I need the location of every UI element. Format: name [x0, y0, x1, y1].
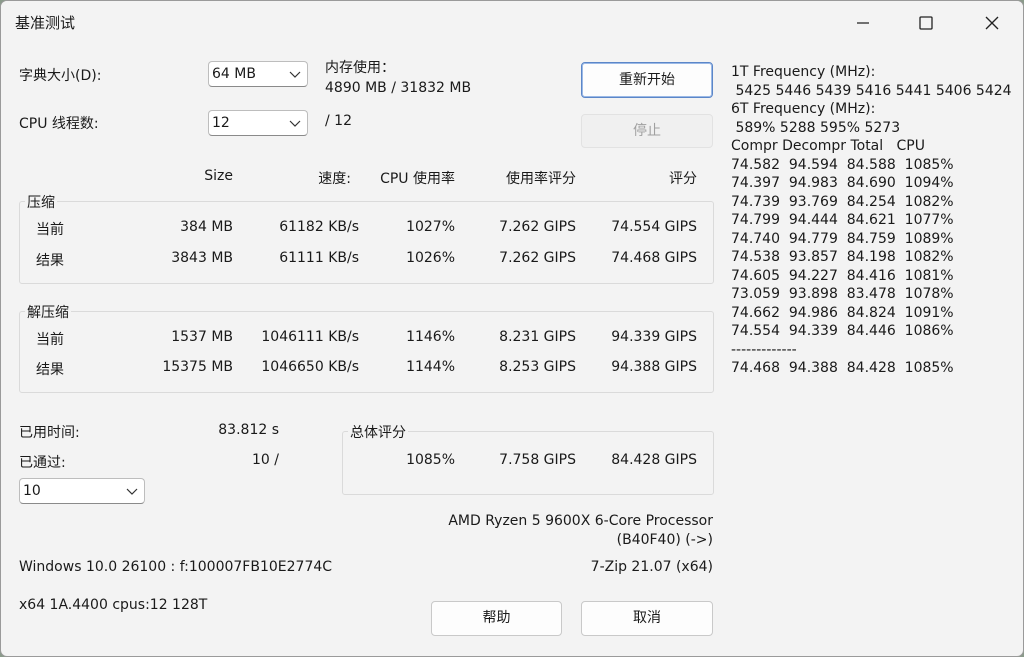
- header-rating-usage: 使用率评分: [506, 171, 576, 187]
- log-line: 74.582 94.594 84.588 1085%: [731, 156, 954, 173]
- os-info: Windows 10.0 26100 : f:100007FB10E2774C: [19, 559, 333, 575]
- passes-select-value: 10: [23, 483, 41, 499]
- log-line: 74.538 93.857 84.198 1082%: [731, 249, 954, 265]
- minimize-button[interactable]: [839, 1, 885, 43]
- dictionary-size-select[interactable]: 64 MB: [208, 61, 308, 87]
- compress-result-cpu: 1026%: [406, 250, 455, 266]
- app-version: 7-Zip 21.07 (x64): [590, 559, 713, 575]
- log-line: 74.397 94.983 84.690 1094%: [731, 175, 954, 191]
- header-cpu-usage: CPU 使用率: [380, 171, 455, 187]
- header-speed: 速度:: [318, 171, 351, 187]
- passes-value: 10 /: [252, 452, 279, 468]
- compress-group: [19, 201, 714, 284]
- compress-result-rating-usage: 7.262 GIPS: [499, 250, 576, 266]
- passes-label: 已通过:: [19, 455, 66, 471]
- close-button[interactable]: [968, 1, 1014, 43]
- arch-info: x64 1A.4400 cpus:12 128T: [19, 597, 208, 613]
- log-line: 73.059 93.898 83.478 1078%: [731, 286, 954, 302]
- log-line: Compr Decompr Total CPU: [731, 138, 925, 154]
- log-line: 6T Frequency (MHz):: [731, 101, 876, 117]
- decompress-result-label: 结果: [36, 362, 64, 378]
- cpu-threads-value: 12: [212, 115, 230, 131]
- memory-usage-label: 内存使用：: [325, 60, 395, 76]
- decompress-current-cpu: 1146%: [406, 329, 455, 345]
- log-line: 74.662 94.986 84.824 1091%: [731, 304, 954, 321]
- decompress-result-rating-usage: 8.253 GIPS: [499, 359, 576, 375]
- header-size: Size: [204, 168, 233, 184]
- decompress-result-cpu: 1144%: [406, 359, 455, 375]
- cpu-name: AMD Ryzen 5 9600X 6-Core Processor: [448, 513, 713, 529]
- compress-current-speed: 61182 KB/s: [279, 219, 359, 235]
- restart-button[interactable]: 重新开始: [581, 62, 713, 98]
- decompress-result-speed: 1046650 KB/s: [261, 359, 359, 375]
- total-rating: 84.428 GIPS: [611, 452, 697, 468]
- elapsed-time-label: 已用时间:: [19, 425, 80, 441]
- total-rating-usage: 7.758 GIPS: [499, 452, 576, 468]
- dictionary-size-label: 字典大小(D):: [19, 68, 102, 84]
- log-line: 74.799 94.444 84.621 1077%: [731, 212, 954, 228]
- log-line: 74.740 94.779 84.759 1089%: [731, 230, 954, 247]
- cpu-id: (B40F40) (->): [616, 532, 713, 548]
- dictionary-size-value: 64 MB: [212, 66, 256, 82]
- compress-result-label: 结果: [36, 253, 64, 269]
- decompress-current-rating: 94.339 GIPS: [611, 329, 697, 345]
- chevron-down-icon: [126, 488, 138, 495]
- decompress-current-size: 1537 MB: [171, 329, 233, 345]
- compress-current-rating-usage: 7.262 GIPS: [499, 219, 576, 235]
- chevron-down-icon: [289, 120, 301, 127]
- title-bar: 基准测试: [1, 1, 1023, 43]
- total-rating-label: 总体评分: [348, 422, 408, 442]
- passes-select[interactable]: 10: [19, 478, 145, 504]
- cpu-threads-label: CPU 线程数:: [19, 116, 99, 132]
- log-line: 1T Frequency (MHz):: [731, 64, 876, 80]
- benchmark-log: 1T Frequency (MHz): 5425 5446 5439 5416 …: [731, 63, 1012, 378]
- decompress-current-label: 当前: [36, 332, 64, 348]
- close-icon: [985, 16, 999, 30]
- chevron-down-icon: [289, 71, 301, 78]
- elapsed-time-value: 83.812 s: [218, 422, 279, 438]
- cpu-threads-select[interactable]: 12: [208, 110, 308, 136]
- compress-current-label: 当前: [36, 222, 64, 238]
- decompress-result-rating: 94.388 GIPS: [611, 359, 697, 375]
- decompress-result-size: 15375 MB: [162, 359, 233, 375]
- total-cpu: 1085%: [406, 452, 455, 468]
- log-line: 74.468 94.388 84.428 1085%: [731, 360, 954, 376]
- compress-result-rating: 74.468 GIPS: [611, 250, 697, 266]
- log-line: 589% 5288 595% 5273: [731, 119, 901, 136]
- compress-current-rating: 74.554 GIPS: [611, 219, 697, 235]
- memory-usage-value: 4890 MB / 31832 MB: [325, 80, 472, 96]
- compress-group-label: 压缩: [25, 192, 57, 212]
- decompress-group-label: 解压缩: [25, 302, 71, 322]
- maximize-icon: [919, 16, 933, 30]
- decompress-current-rating-usage: 8.231 GIPS: [499, 329, 576, 345]
- log-line: 74.554 94.339 84.446 1086%: [731, 323, 954, 339]
- compress-result-speed: 61111 KB/s: [279, 250, 359, 266]
- minimize-icon: [857, 22, 869, 24]
- benchmark-window: 基准测试 字典大小(D): 64 MB 内存使用： 4890 MB / 3183…: [0, 0, 1024, 657]
- decompress-group: [19, 311, 714, 393]
- window-title: 基准测试: [15, 14, 76, 32]
- compress-current-size: 384 MB: [180, 219, 233, 235]
- cancel-button[interactable]: 取消: [581, 601, 713, 636]
- log-line: -------------: [731, 341, 797, 358]
- cpu-threads-total: / 12: [325, 113, 352, 129]
- stop-button[interactable]: 停止: [581, 114, 713, 148]
- decompress-current-speed: 1046111 KB/s: [261, 329, 359, 345]
- log-line: 74.739 93.769 84.254 1082%: [731, 193, 954, 210]
- log-line: 5425 5446 5439 5416 5441 5406 5424: [731, 82, 1012, 99]
- log-line: 74.605 94.227 84.416 1081%: [731, 267, 954, 284]
- compress-current-cpu: 1027%: [406, 219, 455, 235]
- header-rating: 评分: [669, 171, 697, 187]
- maximize-button[interactable]: [902, 1, 948, 43]
- help-button[interactable]: 帮助: [431, 601, 562, 636]
- compress-result-size: 3843 MB: [171, 250, 233, 266]
